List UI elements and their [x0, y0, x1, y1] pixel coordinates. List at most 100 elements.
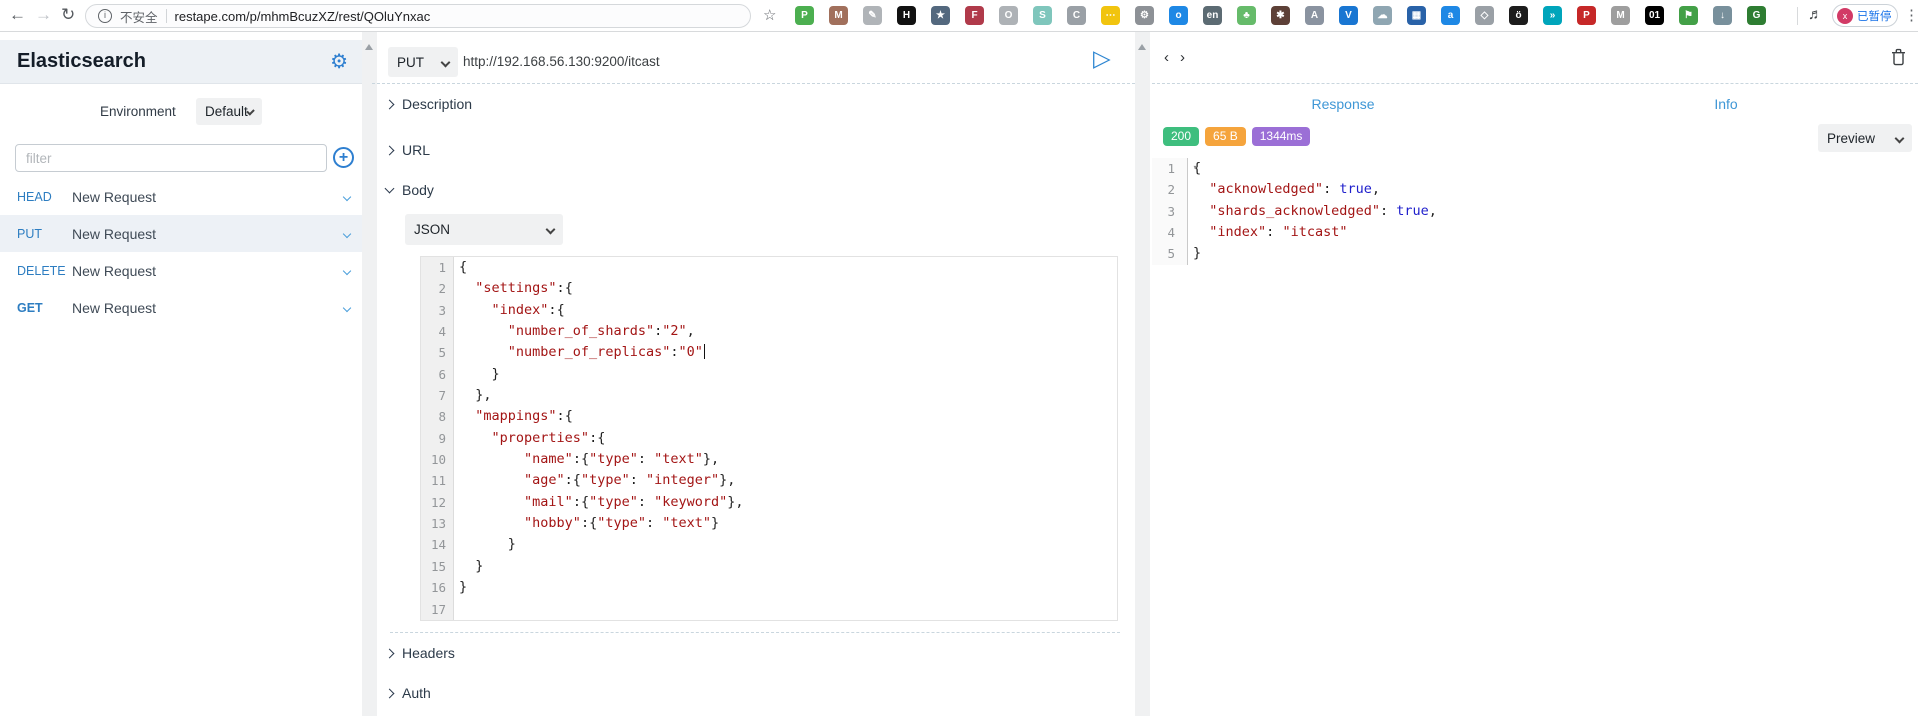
- gear-ext-icon[interactable]: ⚙: [1135, 6, 1154, 25]
- monkey-ext-icon[interactable]: M: [829, 6, 848, 25]
- person-ext-icon[interactable]: P: [795, 6, 814, 25]
- section-body[interactable]: Body: [384, 182, 434, 198]
- profile-avatar: x: [1837, 7, 1853, 24]
- owl-ext-icon[interactable]: ö: [1509, 6, 1528, 25]
- line-number: 9: [421, 427, 454, 450]
- line-number: 12: [421, 491, 454, 514]
- sidebar-scrollbar[interactable]: [362, 32, 377, 716]
- bookmark-star-icon[interactable]: ☆: [763, 6, 776, 24]
- grid-ext-icon[interactable]: ▦: [1407, 6, 1426, 25]
- chevron-down-icon: [545, 224, 556, 235]
- browser-menu-icon[interactable]: ⋮: [1904, 6, 1918, 24]
- playlist-icon[interactable]: ♬: [1808, 6, 1823, 23]
- back-icon[interactable]: ←: [9, 5, 26, 25]
- chevron-right-icon: [384, 145, 395, 155]
- request-item-delete[interactable]: DELETE New Request: [0, 252, 362, 289]
- globe-ext-icon[interactable]: G: [1747, 6, 1766, 25]
- flag-ext-icon[interactable]: F: [965, 6, 984, 25]
- method-select[interactable]: PUT: [388, 47, 458, 77]
- send-request-icon[interactable]: ▷: [1093, 45, 1111, 72]
- flag2-ext-icon[interactable]: ⚑: [1679, 6, 1698, 25]
- trash-icon[interactable]: [1891, 48, 1906, 71]
- dots-ext-icon[interactable]: ⋯: [1101, 6, 1120, 25]
- request-list: HEAD New Request PUT New Request DELETE New R…: [0, 178, 362, 326]
- status-row: 200 65 B 1344ms: [1163, 127, 1311, 146]
- binary-ext-icon[interactable]: 01: [1645, 6, 1664, 25]
- forward-icon[interactable]: →: [35, 5, 52, 25]
- response-body-viewer: 1 ▾{2 "acknowledged": true, 3 "shards_ackn…: [1152, 158, 1652, 265]
- line-number: 14: [421, 534, 454, 556]
- view-mode-select[interactable]: Preview: [1818, 124, 1912, 152]
- code-line: 12 "mail":{"type": "keyword"},: [421, 491, 1117, 514]
- star-badge-ext-icon[interactable]: ★: [931, 6, 950, 25]
- request-body-editor[interactable]: 1{2 "settings":{3 "index":{4 "number_of_…: [420, 256, 1118, 621]
- scroll-up-icon[interactable]: [1138, 44, 1146, 50]
- paw-ext-icon[interactable]: ♣: [1237, 6, 1256, 25]
- tab-info[interactable]: Info: [1651, 96, 1801, 112]
- shield-ext-icon[interactable]: ◇: [1475, 6, 1494, 25]
- line-number: 1: [421, 257, 454, 279]
- m-ext-icon[interactable]: M: [1611, 6, 1630, 25]
- code-line: 11 "age":{"type": "integer"},: [421, 470, 1117, 492]
- scroll-up-icon[interactable]: [365, 44, 373, 50]
- artist-ext-icon[interactable]: A: [1305, 6, 1324, 25]
- dot-ext-icon[interactable]: o: [1169, 6, 1188, 25]
- address-divider: [165, 9, 167, 23]
- line-number: 11: [421, 470, 454, 492]
- translate-ext-icon[interactable]: en: [1203, 6, 1222, 25]
- pdf-ext-icon[interactable]: P: [1577, 6, 1596, 25]
- tab-response[interactable]: Response: [1268, 96, 1418, 112]
- h-ext-icon[interactable]: H: [897, 6, 916, 25]
- code-line: 2 "settings":{: [421, 278, 1117, 300]
- sketch-ext-icon[interactable]: ✎: [863, 6, 882, 25]
- code-line: 6 }: [421, 363, 1117, 386]
- ring-ext-icon[interactable]: O: [999, 6, 1018, 25]
- body-type-value: JSON: [414, 222, 451, 237]
- line-number: 2: [421, 278, 454, 300]
- code-line: 1 ▾{: [1152, 158, 1652, 180]
- history-forward-icon[interactable]: ›: [1180, 50, 1185, 65]
- section-url[interactable]: URL: [384, 142, 430, 158]
- extension-row: P M ✎ H ★ F O S C ⋯ ⚙ o en ♣ ✱ A V ☁ ▦ a ◇ ö» P M 01 ⚑ ↓ G: [795, 6, 1766, 25]
- line-number: 7: [421, 385, 454, 407]
- toolbar-divider: [1797, 7, 1798, 25]
- line-number: 2: [1152, 179, 1188, 201]
- filter-input[interactable]: [15, 144, 327, 172]
- site-info-icon[interactable]: i: [98, 9, 112, 23]
- code-line: 3 "index":{: [421, 299, 1117, 322]
- body-type-select[interactable]: JSON: [405, 214, 563, 245]
- environment-label: Environment: [100, 104, 176, 119]
- section-auth[interactable]: Auth: [384, 685, 431, 701]
- app: ← → ↻ i 不安全 restape.com/p/mhmBcuzXZ/rest…: [0, 0, 1918, 716]
- paused-label: 已暂停: [1857, 10, 1892, 23]
- s-ext-icon[interactable]: S: [1033, 6, 1052, 25]
- request-method: PUT: [17, 226, 42, 241]
- request-item-get[interactable]: GET New Request: [0, 289, 362, 326]
- add-request-icon[interactable]: +: [333, 147, 354, 168]
- download-ext-icon[interactable]: ↓: [1713, 6, 1732, 25]
- chevron-down-icon: [1894, 133, 1905, 143]
- gear-icon[interactable]: ⚙: [330, 49, 348, 74]
- section-description[interactable]: Description: [384, 96, 472, 112]
- chevron-down-icon: [342, 192, 352, 201]
- request-item-head[interactable]: HEAD New Request: [0, 178, 362, 215]
- cloud-ext-icon[interactable]: ☁: [1373, 6, 1392, 25]
- address-bar[interactable]: i 不安全 restape.com/p/mhmBcuzXZ/rest/QOluY…: [85, 4, 751, 28]
- v-ext-icon[interactable]: V: [1339, 6, 1358, 25]
- a-circle-ext-icon[interactable]: a: [1441, 6, 1460, 25]
- camera-ext-icon[interactable]: C: [1067, 6, 1086, 25]
- request-panel-scrollbar[interactable]: [1135, 32, 1150, 716]
- request-url-field[interactable]: http://192.168.56.130:9200/itcast: [463, 54, 660, 69]
- history-back-icon[interactable]: ‹: [1164, 50, 1169, 65]
- request-item-put[interactable]: PUT New Request: [0, 215, 362, 252]
- collapse-icon[interactable]: ▾: [1193, 158, 1198, 179]
- separator: [1152, 83, 1918, 84]
- profile-paused-badge[interactable]: x 已暂停: [1832, 4, 1898, 27]
- reload-icon[interactable]: ↻: [61, 5, 75, 25]
- line-number: 17: [421, 598, 454, 620]
- environment-select[interactable]: Default: [196, 98, 262, 125]
- share-ext-icon[interactable]: »: [1543, 6, 1562, 25]
- code-line: 16}: [421, 577, 1117, 599]
- mask-ext-icon[interactable]: ✱: [1271, 6, 1290, 25]
- section-headers[interactable]: Headers: [384, 645, 455, 661]
